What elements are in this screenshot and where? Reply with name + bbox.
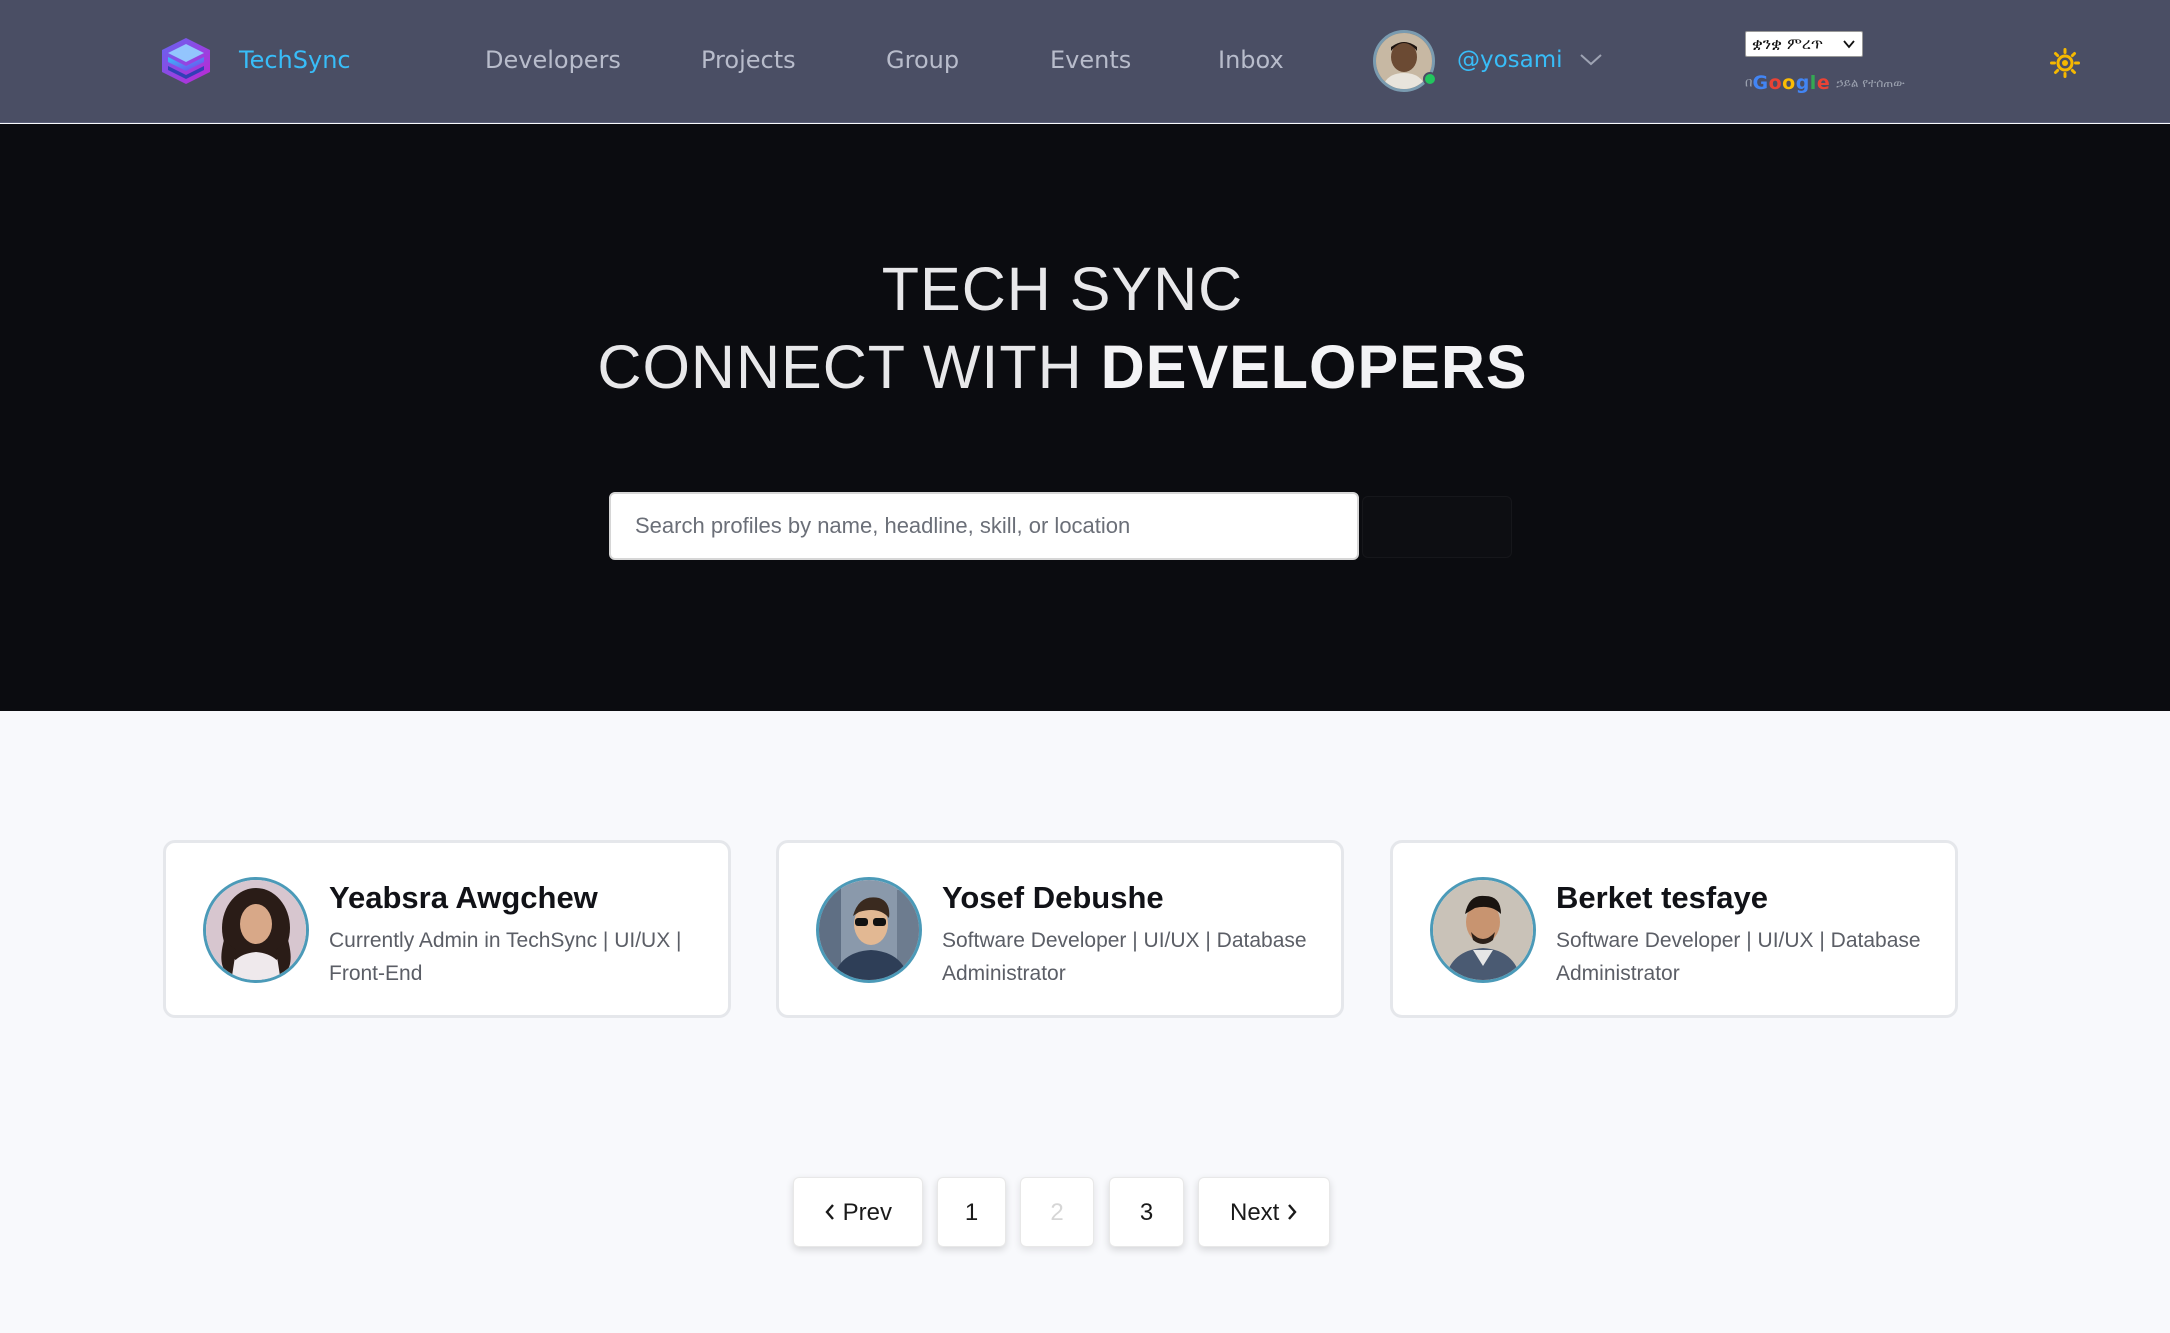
page-3-button[interactable]: 3	[1109, 1177, 1184, 1247]
hero-subtitle: CONNECT WITH DEVELOPERS	[0, 332, 2125, 402]
next-page-button[interactable]: Next	[1198, 1177, 1330, 1247]
nav-events[interactable]: Events	[1050, 44, 1131, 76]
developer-card[interactable]: Berket tesfaye Software Developer | UI/U…	[1390, 840, 1958, 1018]
developer-name: Yosef Debushe	[942, 880, 1164, 915]
developer-headline: Currently Admin in TechSync | UI/UX | Fr…	[329, 929, 682, 985]
hero-section: TECH SYNC CONNECT WITH DEVELOPERS	[0, 124, 2170, 711]
search-input[interactable]	[609, 492, 1359, 560]
language-select[interactable]: ቋንቋ ምረጥ	[1745, 31, 1863, 57]
developer-card[interactable]: Yeabsra Awgchew Currently Admin in TechS…	[163, 840, 731, 1018]
developer-name: Yeabsra Awgchew	[329, 880, 598, 915]
page-1-button[interactable]: 1	[937, 1177, 1006, 1247]
nav-developers[interactable]: Developers	[485, 44, 621, 76]
nav-inbox[interactable]: Inbox	[1218, 44, 1284, 76]
developer-card[interactable]: Yosef Debushe Software Developer | UI/UX…	[776, 840, 1344, 1018]
hero-subtitle-normal: CONNECT WITH	[597, 333, 1101, 401]
prev-page-button[interactable]: Prev	[793, 1177, 923, 1247]
google-logo[interactable]: Google	[1752, 72, 1830, 94]
online-status-dot	[1423, 72, 1437, 86]
page-2-button-current[interactable]: 2	[1020, 1177, 1094, 1247]
sun-icon[interactable]	[2050, 48, 2080, 78]
hero-subtitle-bold: DEVELOPERS	[1100, 333, 1528, 401]
developer-avatar	[203, 877, 309, 983]
developer-name: Berket tesfaye	[1556, 880, 1768, 915]
chevron-right-icon	[1288, 1204, 1297, 1220]
brand-name[interactable]: TechSync	[239, 44, 351, 76]
chevron-down-icon	[1843, 40, 1855, 49]
developer-avatar	[1430, 877, 1536, 983]
language-select-value: ቋንቋ ምረጥ	[1752, 34, 1824, 53]
navbar: TechSync Developers Projects Group Event…	[0, 0, 2170, 123]
prev-page-label: Prev	[842, 1199, 893, 1226]
chevron-left-icon	[825, 1204, 834, 1220]
nav-group[interactable]: Group	[886, 44, 959, 76]
username[interactable]: @yosami	[1457, 44, 1563, 76]
translate-credit-suffix: ኃይል የተሰጠው	[1836, 76, 1905, 90]
google-translate-credit: በGoogle ኃይል የተሰጠው	[1745, 72, 1905, 94]
developer-headline: Software Developer | UI/UX | Database Ad…	[942, 929, 1307, 985]
developer-headline: Software Developer | UI/UX | Database Ad…	[1556, 929, 1921, 985]
search-button[interactable]	[1362, 496, 1512, 558]
developer-avatar	[816, 877, 922, 983]
logo-icon[interactable]	[160, 36, 212, 86]
nav-projects[interactable]: Projects	[701, 44, 796, 76]
chevron-down-icon[interactable]	[1578, 48, 1604, 70]
hero-title: TECH SYNC	[881, 255, 1244, 323]
next-page-label: Next	[1229, 1199, 1280, 1226]
